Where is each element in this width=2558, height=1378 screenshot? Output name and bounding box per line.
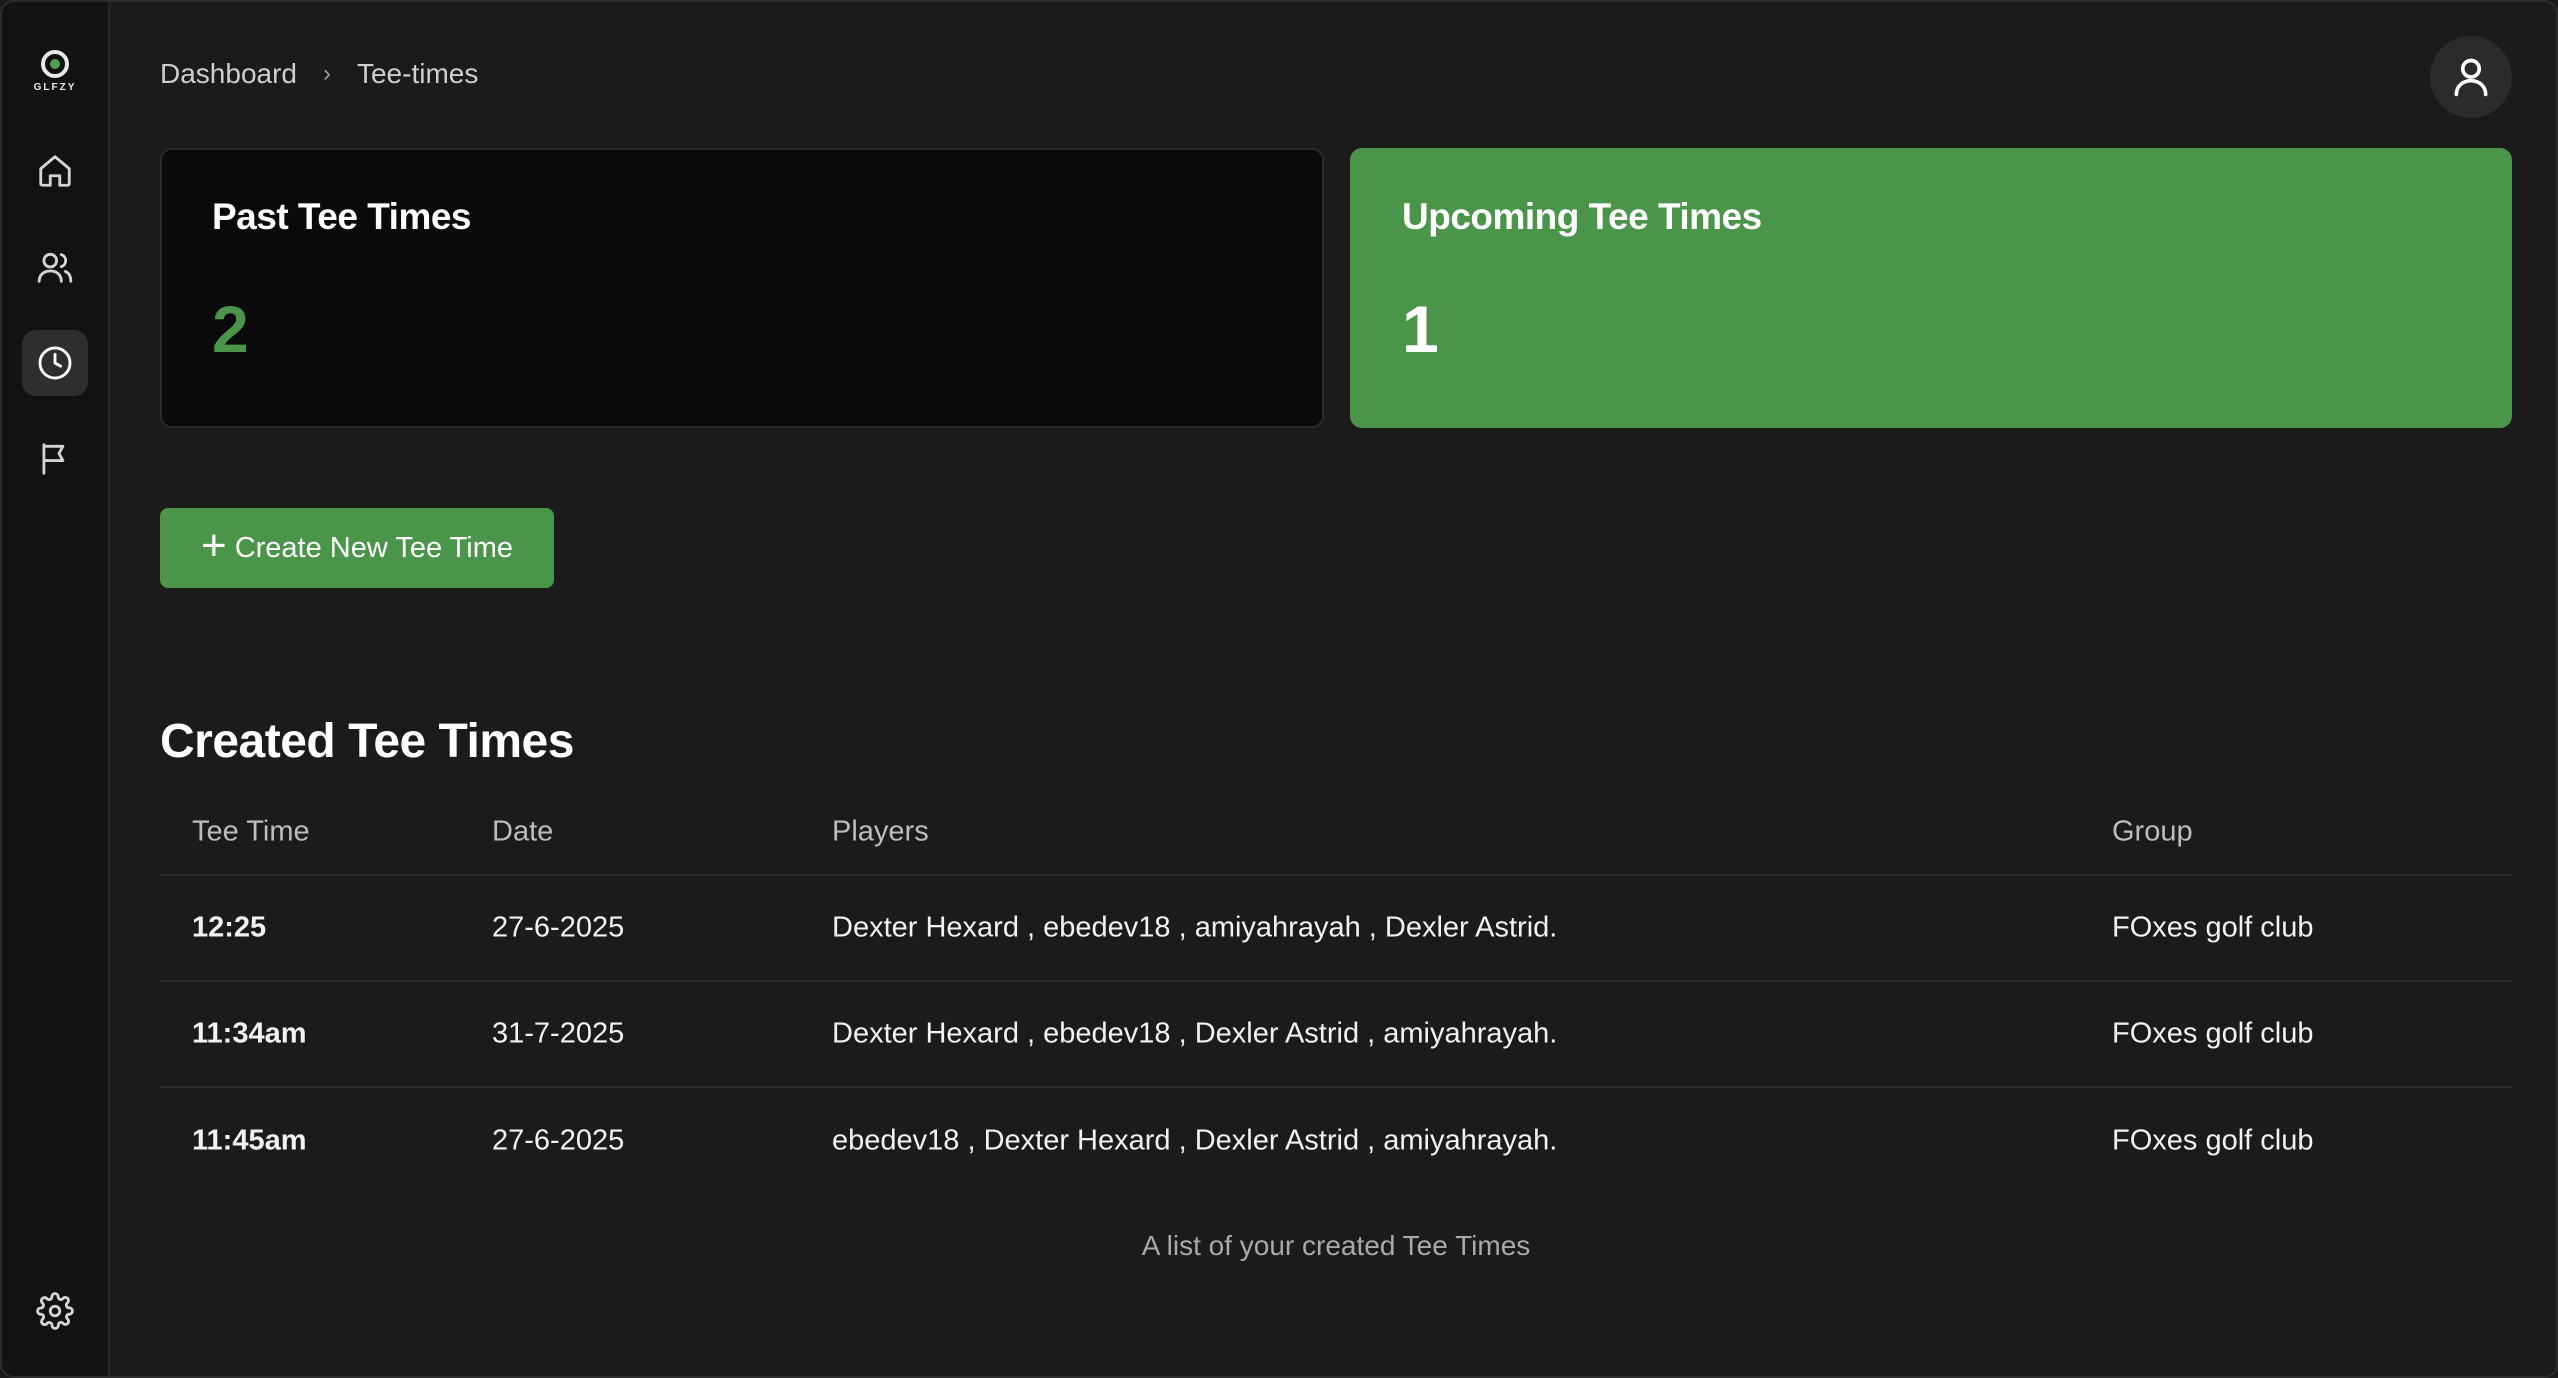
sidebar-item-tee-times[interactable] [22, 330, 88, 396]
sidebar-item-courses[interactable] [22, 426, 88, 492]
cell-date: 27-6-2025 [492, 1124, 625, 1157]
cell-date: 31-7-2025 [492, 1017, 625, 1050]
sidebar: GLFZY [2, 2, 110, 1376]
breadcrumb: Dashboard › Tee-times [160, 58, 478, 90]
upcoming-tee-times-count: 1 [1402, 292, 1439, 366]
table-row[interactable]: 11:34am 31-7-2025 Dexter Hexard , ebedev… [160, 982, 2512, 1088]
cell-tee-time: 12:25 [192, 911, 267, 944]
breadcrumb-item-dashboard[interactable]: Dashboard [160, 58, 297, 90]
settings-button[interactable] [32, 1288, 78, 1334]
flag-icon [42, 443, 65, 475]
cell-group: FOxes golf club [2112, 1124, 2314, 1157]
cell-tee-time: 11:45am [192, 1124, 307, 1157]
sidebar-item-players[interactable] [22, 234, 88, 300]
cell-group: FOxes golf club [2112, 1017, 2314, 1050]
user-menu-button[interactable] [2430, 36, 2512, 118]
table-header: Tee Time Date Players Group [160, 790, 2512, 876]
column-header-group: Group [2112, 815, 2193, 848]
app-logo[interactable]: GLFZY [22, 50, 88, 102]
tee-times-table: Tee Time Date Players Group 12:25 27-6-2… [160, 790, 2512, 1194]
plus-icon: + [200, 521, 227, 570]
column-header-players: Players [832, 815, 929, 848]
table-row[interactable]: 12:25 27-6-2025 Dexter Hexard , ebedev18… [160, 876, 2512, 982]
section-title: Created Tee Times [160, 715, 574, 768]
table-caption: A list of your created Tee Times [1141, 1230, 1531, 1261]
column-header-tee-time: Tee Time [192, 815, 310, 848]
breadcrumb-item-current: Tee-times [356, 58, 479, 89]
past-tee-times-count: 2 [212, 292, 249, 366]
cell-group: FOxes golf club [2112, 911, 2314, 944]
gear-icon [36, 1292, 74, 1330]
cell-tee-time: 11:34am [192, 1017, 307, 1050]
cell-players: ebedev18 , Dexter Hexard , Dexler Astrid… [832, 1124, 1558, 1157]
cell-date: 27-6-2025 [492, 911, 625, 944]
column-header-date: Date [492, 815, 554, 848]
clock-icon [38, 346, 72, 380]
app-window: GLFZY Dashboard › Tee-times Past Tee Tim… [0, 0, 2558, 1378]
cell-players: Dexter Hexard , ebedev18 , amiyahrayah ,… [832, 911, 1558, 944]
table-row[interactable]: 11:45am 27-6-2025 ebedev18 , Dexter Hexa… [160, 1088, 2512, 1194]
past-tee-times-title: Past Tee Times [212, 196, 472, 237]
create-tee-time-button[interactable]: + Create New Tee Time [160, 508, 554, 588]
cell-players: Dexter Hexard , ebedev18 , Dexler Astrid… [832, 1017, 1558, 1050]
user-icon [2454, 58, 2488, 97]
users-icon [37, 252, 73, 283]
create-tee-time-label: Create New Tee Time [234, 531, 513, 564]
logo-icon [41, 50, 69, 78]
home-icon [39, 155, 71, 187]
chevron-right-icon: › [322, 60, 331, 87]
upcoming-tee-times-card: Upcoming Tee Times 1 [1350, 148, 2512, 428]
sidebar-item-home[interactable] [22, 138, 88, 204]
upcoming-tee-times-title: Upcoming Tee Times [1402, 196, 1762, 237]
logo-text: GLFZY [33, 82, 77, 93]
past-tee-times-card: Past Tee Times 2 [160, 148, 1324, 428]
